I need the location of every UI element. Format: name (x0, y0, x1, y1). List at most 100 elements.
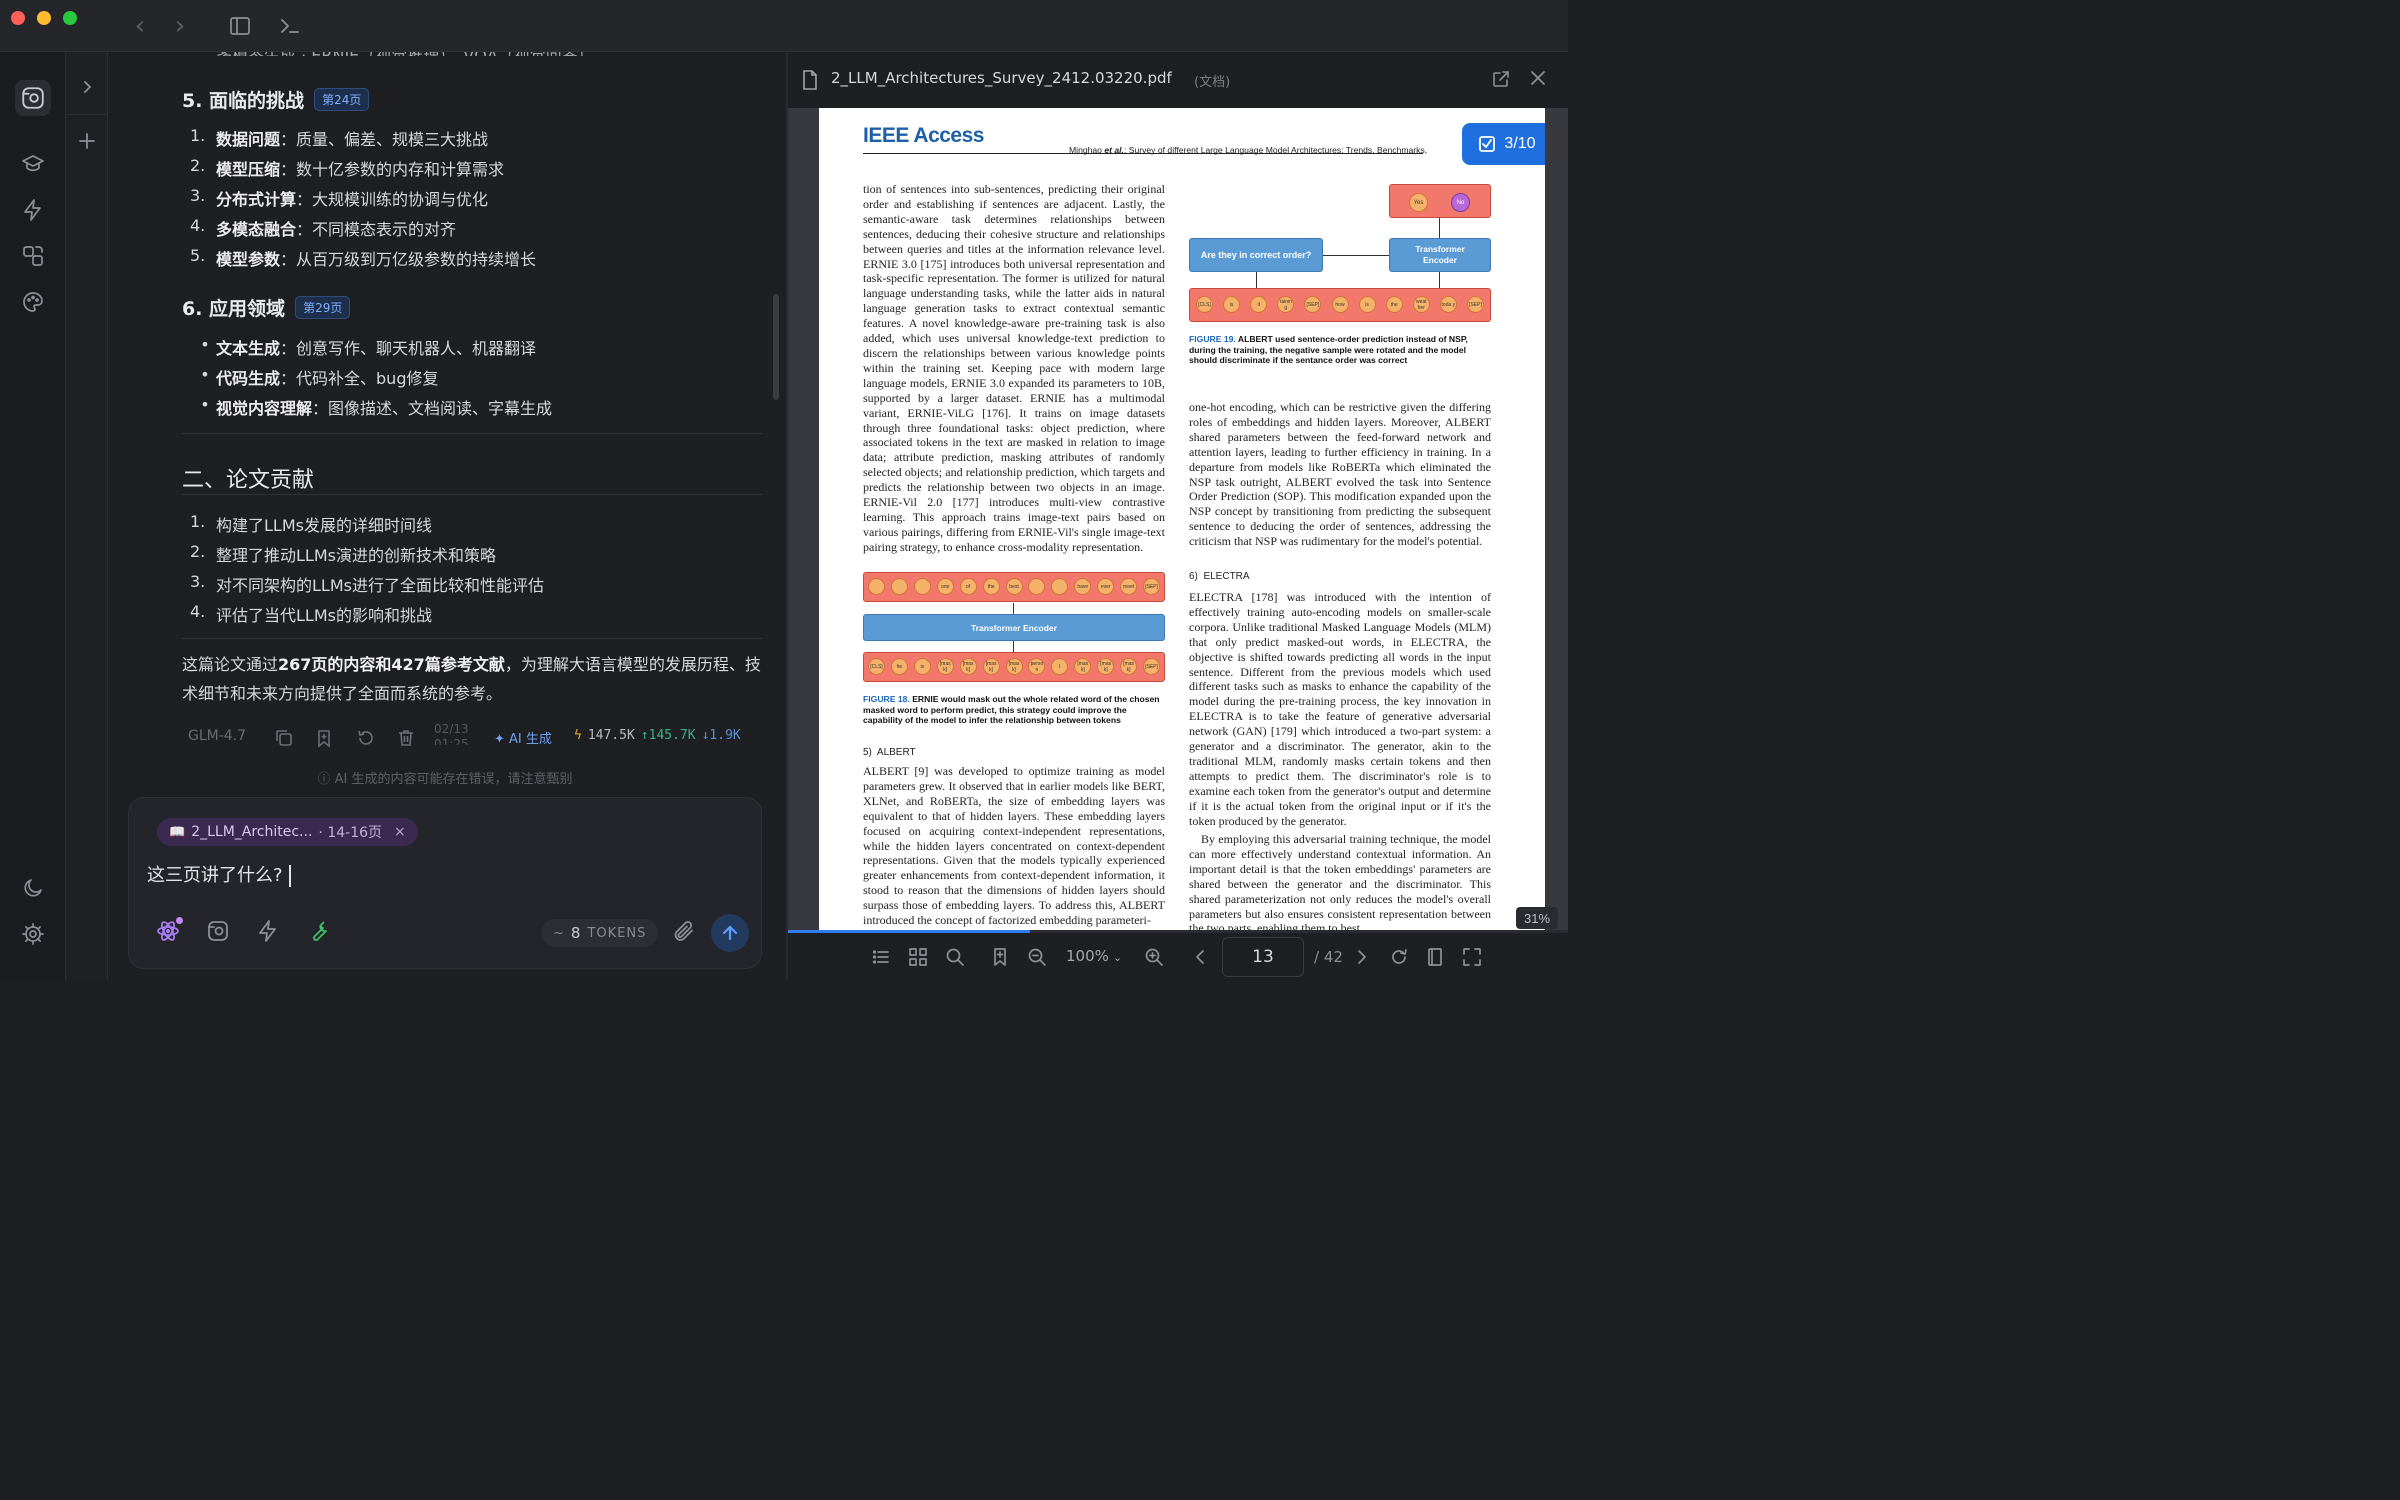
list-item: 1. 构建了LLMs发展的详细时间线 (190, 512, 432, 535)
section-applications-heading: 6. 应用领域 第29页 (182, 294, 351, 321)
section-title: 6. 应用领域 (182, 298, 286, 320)
rotate-icon (1392, 949, 1407, 964)
zoom-in-button[interactable] (1142, 945, 1166, 969)
terminal-icon (281, 19, 299, 33)
close-window-button[interactable] (11, 11, 25, 25)
wrench-icon (313, 921, 327, 941)
summary-paragraph: 这篇论文通过267页的内容和427篇参考文献，为理解大语言模型的发展历程、技术细… (182, 655, 761, 703)
column2-paragraph3: By employing this adversarial training t… (1189, 832, 1491, 930)
minimize-window-button[interactable] (37, 11, 51, 25)
list-item: 4. 评估了当代LLMs的影响和挑战 (190, 602, 432, 625)
page-number-input[interactable]: 13 (1222, 937, 1304, 977)
rail-chat-button[interactable] (15, 80, 51, 116)
figure-token: [mas k] (1097, 658, 1115, 675)
agent-mode-button[interactable] (153, 916, 183, 946)
knowledge-button[interactable] (203, 916, 233, 946)
active-dot (176, 917, 183, 924)
list-icon (872, 950, 889, 964)
chat-scrollbar[interactable] (773, 294, 779, 400)
close-icon[interactable] (1530, 70, 1546, 86)
figure-token: rainin g (1277, 296, 1295, 313)
figure-token: is (1223, 296, 1241, 313)
figure-token: [SEP] (1143, 658, 1161, 675)
add-bookmark-button[interactable] (988, 945, 1012, 969)
toggle-sidebar-button[interactable] (228, 14, 252, 38)
page-ref-pill[interactable]: 第24页 (314, 88, 370, 111)
zoom-select[interactable]: 100% ⌄ (1066, 947, 1122, 965)
token-estimate: ~ 8 TOKENS (541, 919, 659, 947)
rail-settings-button[interactable] (17, 918, 49, 950)
back-button[interactable]: ‹ (128, 11, 152, 41)
message-input[interactable]: 这三页讲了什么? (147, 861, 291, 887)
list-item: • 视觉内容理解 ：图像描述、文档阅读、字幕生成 (200, 395, 553, 418)
zoom-window-button[interactable] (63, 11, 77, 25)
figure-token: perso n (1028, 658, 1046, 675)
regenerate-button[interactable] (356, 728, 376, 748)
thumbnails-button[interactable] (906, 945, 930, 969)
list-item: 5. 模型参数 ：从百万级到万亿级参数的持续增长 (190, 246, 537, 269)
figure-token: weat her (1412, 296, 1430, 313)
chip-close-icon[interactable]: × (394, 824, 406, 840)
ai-disclaimer: ⓘ AI 生成的内容可能存在错误，请注意甄别 (317, 772, 573, 787)
bookmark-button[interactable] (314, 728, 334, 748)
list-item: 1. 数据问题 ：质量、偏差、规模三大挑战 (190, 126, 489, 149)
grid-icon (909, 948, 927, 966)
refresh-icon (358, 730, 373, 745)
column1-paragraph1: tion of sentences into sub-sentences, pr… (863, 182, 1165, 554)
rail-dark-mode-button[interactable] (17, 872, 49, 904)
attached-document-chip[interactable]: 📖 2_LLM_Architec... · 14-16页 × (157, 818, 418, 846)
previous-page-button[interactable] (1188, 945, 1212, 969)
figure-token: meet (1120, 578, 1138, 595)
page-selection-counter[interactable]: 3/10 (1462, 123, 1545, 165)
rotate-button[interactable] (1387, 945, 1411, 969)
list-item: 2. 模型压缩 ：数十亿参数的内存和计算需求 (190, 156, 505, 179)
rail-learn-button[interactable] (17, 148, 49, 180)
shapes-icon (23, 246, 43, 266)
new-chat-button[interactable] (74, 128, 100, 154)
quick-action-button[interactable] (253, 916, 283, 946)
arrow-up-icon (1013, 641, 1014, 652)
chip-filename: 2_LLM_Architec... (191, 824, 313, 840)
delete-button[interactable] (396, 728, 416, 748)
figure-token: [SEP] (1466, 296, 1484, 313)
open-external-icon[interactable] (1492, 70, 1510, 88)
chevron-down-icon: ⌄ (1112, 951, 1123, 964)
rail-translate-button[interactable] (17, 240, 49, 272)
page-mode-button[interactable] (1423, 945, 1447, 969)
app-logo-icon (22, 87, 44, 109)
tools-button[interactable] (303, 916, 333, 946)
zoom-in-icon (1145, 948, 1163, 966)
arrow-up-icon (1013, 603, 1014, 614)
model-name: GLM-4.7 (188, 728, 247, 744)
lightning-icon (259, 920, 276, 942)
attach-file-button[interactable] (669, 916, 699, 946)
zoom-out-button[interactable] (1025, 945, 1049, 969)
copy-button[interactable] (274, 728, 294, 748)
clipped-line: 多模态生成 · ERNIE（视觉推理）、VQA（视觉问答） (216, 52, 594, 56)
section-challenges-heading: 5. 面临的挑战 第24页 (182, 86, 370, 113)
chip-pages: · 14-16页 (318, 825, 383, 841)
arrow-up-icon (1439, 218, 1440, 238)
fullscreen-button[interactable] (1460, 945, 1484, 969)
section-title: 5. 面临的挑战 (182, 90, 305, 112)
arrow-up-icon (1439, 272, 1440, 288)
figure-token: [mas k] (1005, 658, 1023, 675)
rail-flash-button[interactable] (17, 194, 49, 226)
pdf-viewer[interactable]: IEEE Access Minghao et al.: Survey of di… (788, 108, 1568, 930)
send-button[interactable] (711, 914, 749, 952)
page-ref-pill[interactable]: 第29页 (295, 296, 351, 319)
list-item: 2. 整理了推动LLMs演进的创新技术和策略 (190, 542, 496, 565)
trash-icon (399, 730, 413, 746)
rail-theme-button[interactable] (17, 286, 49, 318)
chevron-left-icon (1196, 950, 1204, 964)
search-button[interactable] (943, 945, 967, 969)
fig19-encoder-box: Transformer Encoder (1389, 238, 1491, 272)
plus-icon (79, 133, 95, 149)
expand-sidebar-button[interactable] (74, 74, 100, 100)
next-page-button[interactable] (1350, 945, 1374, 969)
terminal-button[interactable] (278, 14, 302, 38)
book-icon (1428, 948, 1442, 966)
outline-button[interactable] (869, 945, 893, 969)
figure-token: is (1358, 296, 1376, 313)
forward-button[interactable]: › (168, 11, 192, 41)
